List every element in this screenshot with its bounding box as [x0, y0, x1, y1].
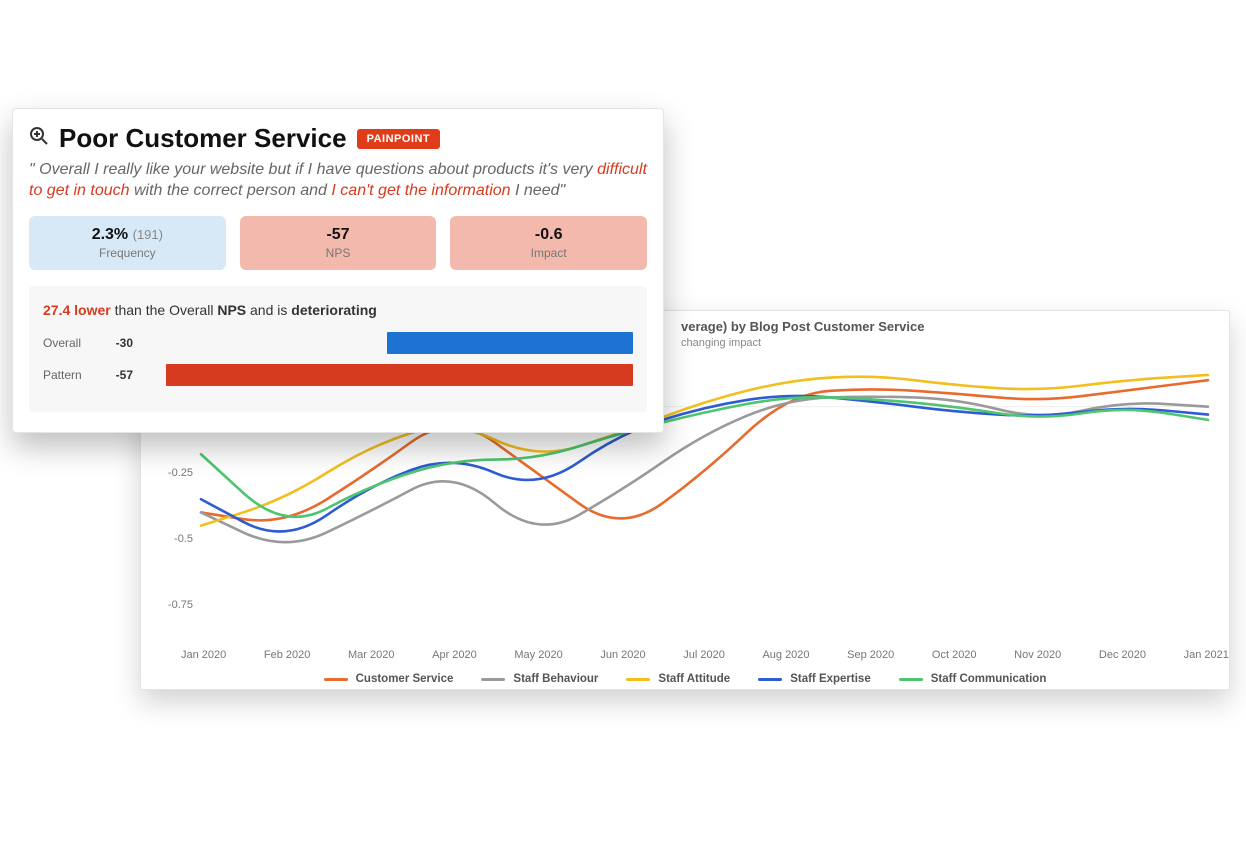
legend-item[interactable]: Staff Attitude [626, 673, 730, 685]
legend-item[interactable]: Customer Service [324, 673, 454, 685]
y-tick: -0.75 [168, 599, 193, 611]
x-tick: Feb 2020 [264, 649, 310, 661]
legend-item[interactable]: Staff Behaviour [481, 673, 598, 685]
metric-frequency[interactable]: 2.3% (191) Frequency [29, 216, 226, 270]
x-tick: Mar 2020 [348, 649, 394, 661]
chart-legend: Customer Service Staff Behaviour Staff Att… [141, 673, 1229, 685]
legend-item[interactable]: Staff Expertise [758, 673, 871, 685]
nps-bar-track [141, 332, 633, 354]
legend-color-swatch [758, 678, 782, 681]
x-tick: Aug 2020 [762, 649, 809, 661]
x-tick: May 2020 [514, 649, 562, 661]
legend-color-swatch [324, 678, 348, 681]
y-tick: -0.25 [168, 467, 193, 479]
x-tick: Dec 2020 [1099, 649, 1146, 661]
legend-color-swatch [899, 678, 923, 681]
x-tick: Oct 2020 [932, 649, 977, 661]
legend-color-swatch [481, 678, 505, 681]
x-tick: Jun 2020 [600, 649, 645, 661]
legend-label: Staff Communication [931, 673, 1047, 685]
nps-compare-block: 27.4 lower than the Overall NPS and is d… [29, 286, 647, 412]
metric-impact[interactable]: -0.6 Impact [450, 216, 647, 270]
painpoint-title: Poor Customer Service [59, 123, 347, 154]
nps-bar-label: Overall [43, 336, 99, 350]
nps-bar [166, 364, 633, 386]
y-tick: -0.5 [174, 533, 193, 545]
legend-color-swatch [626, 678, 650, 681]
nps-bar-row: Pattern -57 [43, 364, 633, 386]
legend-label: Staff Attitude [658, 673, 730, 685]
magnifier-plus-icon[interactable] [29, 126, 49, 151]
x-tick: Jan 2020 [181, 649, 226, 661]
nps-bar-value: -57 [107, 368, 133, 382]
legend-item[interactable]: Staff Communication [899, 673, 1047, 685]
legend-label: Staff Expertise [790, 673, 871, 685]
metric-nps[interactable]: -57 NPS [240, 216, 437, 270]
painpoint-quote: " Overall I really like your website but… [29, 160, 647, 202]
chart-x-axis: Jan 2020 Feb 2020 Mar 2020 Apr 2020 May 2020… [181, 649, 1229, 661]
nps-bar-value: -30 [107, 336, 133, 350]
painpoint-card: Poor Customer Service PAINPOINT " Overal… [12, 108, 664, 433]
chart-title: verage) by Blog Post Customer Service [681, 319, 924, 334]
nps-bar-track [141, 364, 633, 386]
x-tick: Jan 2021 [1184, 649, 1229, 661]
nps-bar-row: Overall -30 [43, 332, 633, 354]
legend-label: Staff Behaviour [513, 673, 598, 685]
nps-bar-label: Pattern [43, 368, 99, 382]
legend-label: Customer Service [356, 673, 454, 685]
nps-bar [387, 332, 633, 354]
x-tick: Sep 2020 [847, 649, 894, 661]
chart-subtitle: changing impact [681, 337, 761, 349]
x-tick: Jul 2020 [683, 649, 725, 661]
x-tick: Nov 2020 [1014, 649, 1061, 661]
x-tick: Apr 2020 [432, 649, 477, 661]
painpoint-badge: PAINPOINT [357, 129, 441, 149]
